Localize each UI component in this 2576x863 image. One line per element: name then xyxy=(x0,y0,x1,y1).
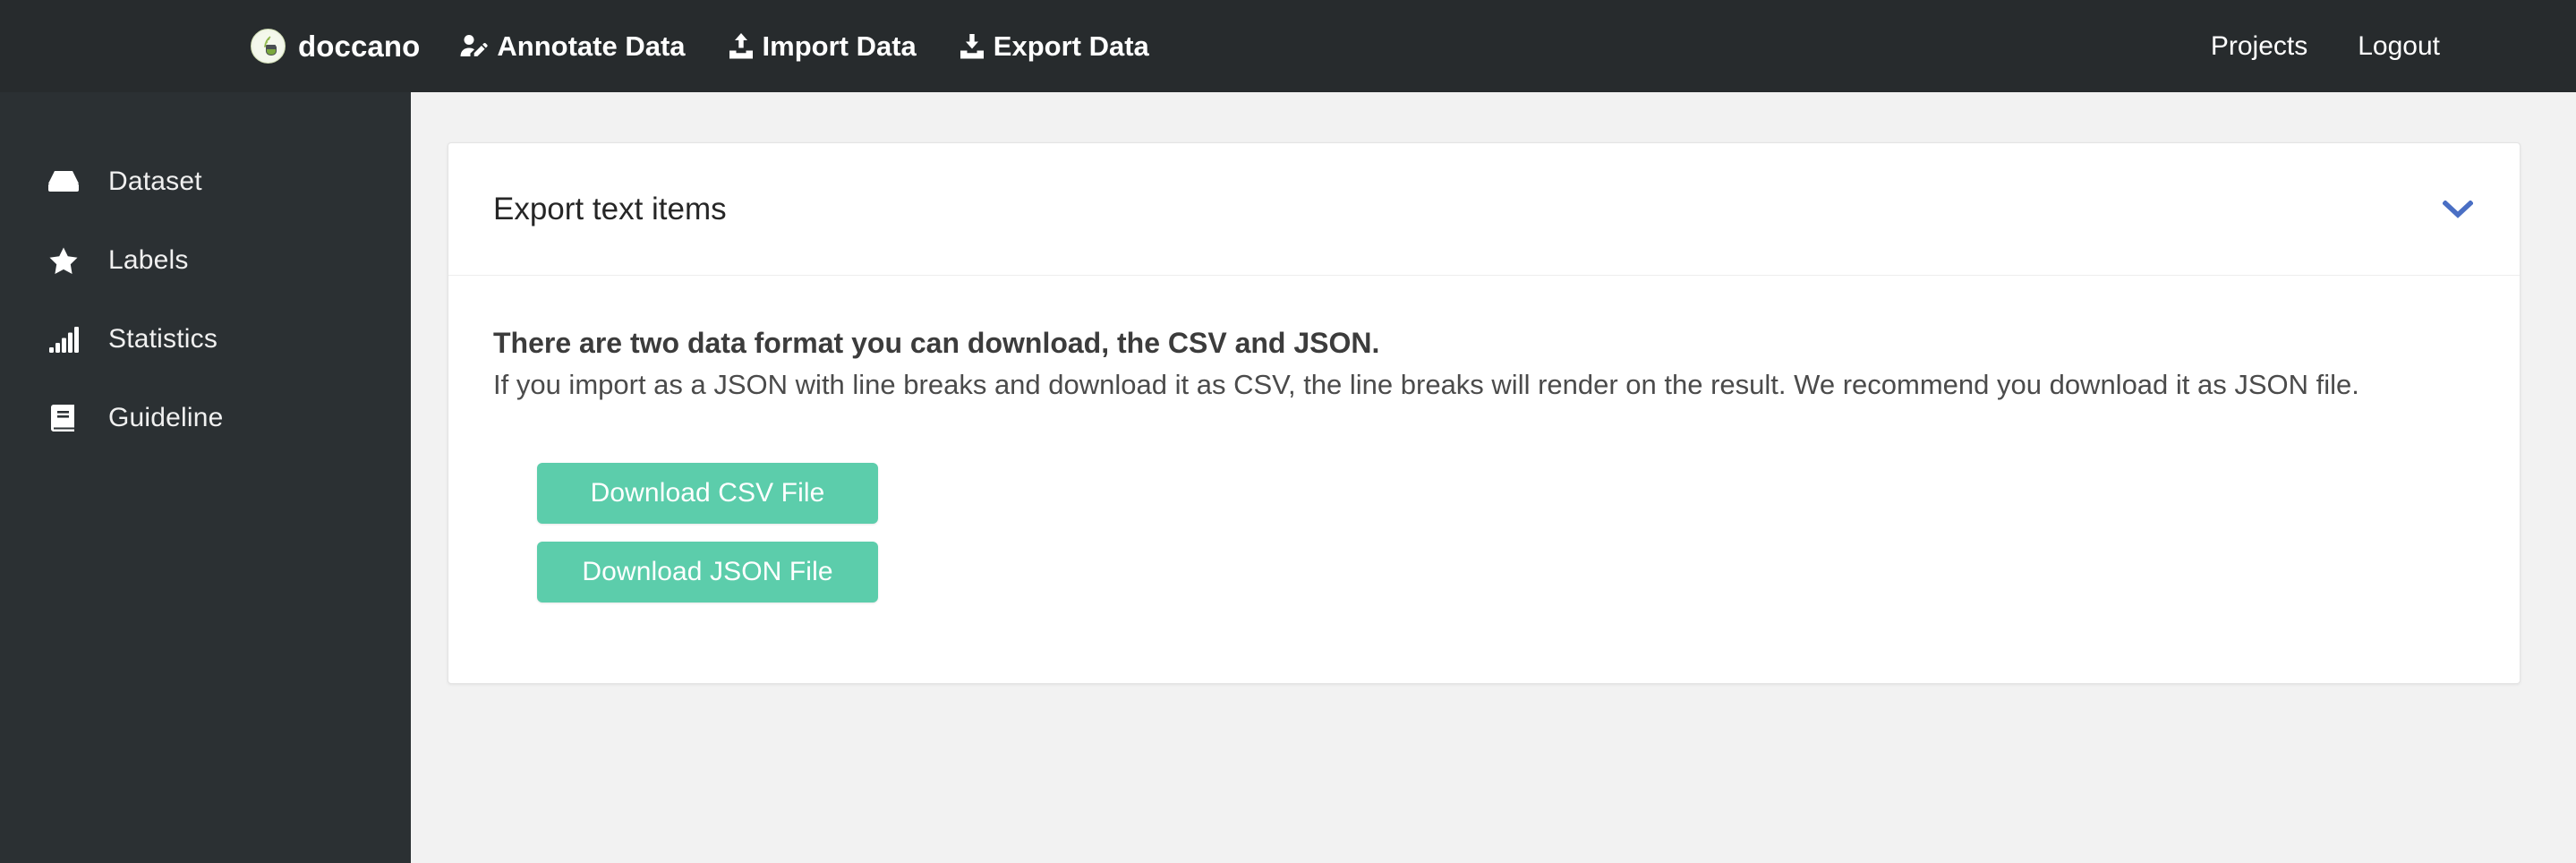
top-navbar: doccano Annotate Data Import Data Export… xyxy=(0,0,2576,92)
page-title: Export text items xyxy=(493,191,727,226)
export-card-header: Export text items xyxy=(448,143,2520,276)
nav-item-import-data[interactable]: Import Data xyxy=(728,30,917,63)
sidebar-item-label: Dataset xyxy=(108,167,202,196)
star-icon xyxy=(45,246,82,276)
export-sub-text: If you import as a JSON with line breaks… xyxy=(493,369,2359,401)
nav-item-label: Export Data xyxy=(993,30,1149,62)
main-content: Export text items There are two data for… xyxy=(411,92,2576,863)
sidebar-item-labels[interactable]: Labels xyxy=(0,221,411,300)
brand-doccano[interactable]: doccano xyxy=(251,29,420,64)
nav-item-label: Import Data xyxy=(762,30,917,62)
brand-label: doccano xyxy=(298,29,421,63)
sidebar-item-label: Statistics xyxy=(108,324,218,354)
nav-item-annotate-data[interactable]: Annotate Data xyxy=(459,30,686,63)
nav-link-logout[interactable]: Logout xyxy=(2358,31,2440,62)
export-card: Export text items There are two data for… xyxy=(448,142,2521,685)
bar-chart-icon xyxy=(45,326,82,354)
user-edit-icon xyxy=(459,32,489,60)
sidebar-item-label: Guideline xyxy=(108,403,224,432)
page-body: Dataset Labels Statistics Guideline Expo… xyxy=(0,92,2576,863)
doccano-logo-icon xyxy=(251,29,286,64)
sidebar-item-guideline[interactable]: Guideline xyxy=(0,379,411,457)
upload-icon xyxy=(728,32,755,60)
navbar-right-links: Projects Logout xyxy=(2211,31,2576,62)
download-csv-button[interactable]: Download CSV File xyxy=(537,463,878,525)
download-icon xyxy=(959,32,985,60)
export-lead-text: There are two data format you can downlo… xyxy=(493,327,1380,359)
sidebar-item-statistics[interactable]: Statistics xyxy=(0,300,411,379)
nav-link-projects[interactable]: Projects xyxy=(2211,31,2307,62)
sidebar: Dataset Labels Statistics Guideline xyxy=(0,92,411,863)
download-json-button[interactable]: Download JSON File xyxy=(537,542,878,603)
nav-item-label: Annotate Data xyxy=(497,30,686,62)
sidebar-item-label: Labels xyxy=(108,245,189,275)
nav-item-export-data[interactable]: Export Data xyxy=(959,30,1149,63)
download-button-group: Download CSV File Download JSON File xyxy=(493,463,2475,603)
export-card-body: There are two data format you can downlo… xyxy=(448,276,2520,683)
inbox-icon xyxy=(45,168,82,195)
chevron-down-icon[interactable] xyxy=(2443,200,2473,218)
book-icon xyxy=(45,404,82,432)
sidebar-item-dataset[interactable]: Dataset xyxy=(0,142,411,221)
